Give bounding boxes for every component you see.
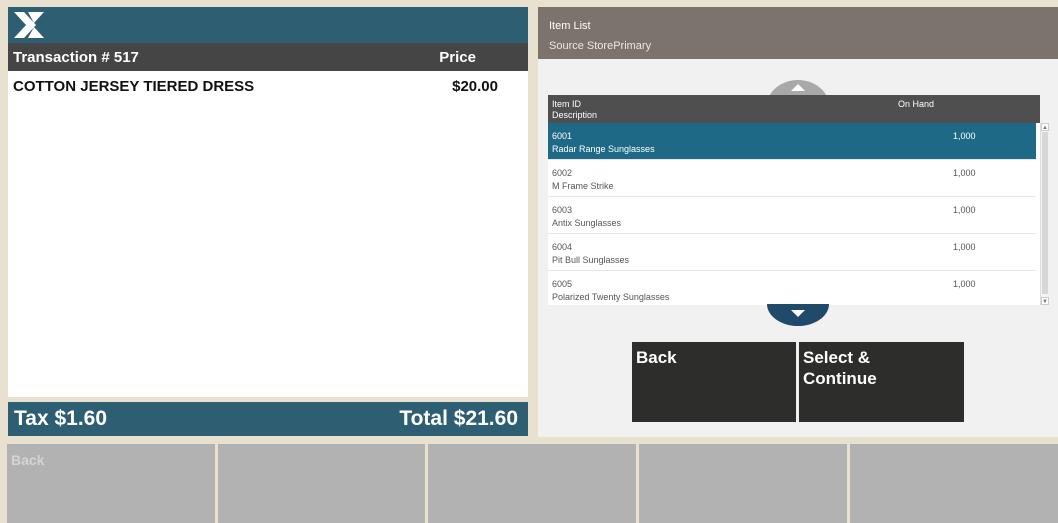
transaction-line-item[interactable]: COTTON JERSEY TIERED DRESS $20.00 bbox=[8, 75, 528, 97]
total-amount: Total $21.60 bbox=[399, 407, 518, 430]
item-id: 6005 bbox=[552, 279, 573, 289]
item-list-title: Item List bbox=[549, 20, 591, 32]
scrollbar-up-arrow-icon[interactable]: ▲ bbox=[1041, 123, 1049, 131]
item-list-table: Item ID Description On Hand 6001 Radar R… bbox=[548, 95, 1049, 305]
item-row-6005[interactable]: 6005 Polarized Twenty Sunglasses 1,000 bbox=[548, 271, 1036, 305]
select-continue-button[interactable]: Select & Continue bbox=[799, 342, 964, 422]
transaction-title: Transaction # 517 bbox=[13, 49, 139, 66]
function-key-5[interactable] bbox=[850, 444, 1058, 523]
totals-bar: Tax $1.60 Total $21.60 bbox=[8, 402, 528, 436]
line-item-price: $20.00 bbox=[452, 78, 498, 95]
item-on-hand: 1,000 bbox=[953, 131, 976, 141]
item-description: Pit Bull Sunglasses bbox=[552, 255, 630, 265]
select-continue-label: Select & Continue bbox=[803, 348, 877, 388]
scrollbar-down-arrow-icon[interactable]: ▼ bbox=[1041, 297, 1049, 305]
function-key-4[interactable] bbox=[639, 444, 847, 523]
item-on-hand: 1,000 bbox=[953, 242, 976, 252]
back-button-label: Back bbox=[636, 348, 677, 367]
item-list-panel: Item List Source StorePrimary Item ID De… bbox=[538, 7, 1058, 437]
item-on-hand: 1,000 bbox=[953, 279, 976, 289]
item-row-6003[interactable]: 6003 Antix Sunglasses 1,000 bbox=[548, 197, 1036, 234]
item-description: Radar Range Sunglasses bbox=[552, 144, 655, 154]
transaction-header: Transaction # 517 Price bbox=[8, 43, 528, 71]
item-id: 6001 bbox=[552, 131, 573, 141]
item-on-hand: 1,000 bbox=[953, 168, 976, 178]
item-row-6002[interactable]: 6002 M Frame Strike 1,000 bbox=[548, 160, 1036, 197]
item-on-hand: 1,000 bbox=[953, 205, 976, 215]
back-button[interactable]: Back bbox=[632, 342, 796, 422]
function-key-label: Back bbox=[11, 452, 45, 468]
line-item-description: COTTON JERSEY TIERED DRESS bbox=[13, 78, 255, 95]
function-key-1[interactable]: Back bbox=[7, 444, 215, 523]
header-on-hand: On Hand bbox=[898, 99, 935, 109]
item-list-header: Item List Source StorePrimary bbox=[538, 7, 1058, 59]
item-description: Polarized Twenty Sunglasses bbox=[552, 292, 670, 302]
x-logo-icon bbox=[14, 12, 44, 38]
transaction-panel: Transaction # 517 Price COTTON JERSEY TI… bbox=[8, 7, 528, 397]
item-row-6001[interactable]: 6001 Radar Range Sunglasses 1,000 bbox=[548, 123, 1036, 160]
function-key-strip: Back bbox=[7, 444, 1058, 523]
item-list-column-headers: Item ID Description On Hand bbox=[548, 95, 1040, 123]
item-description: Antix Sunglasses bbox=[552, 218, 622, 228]
list-scrollbar[interactable]: ▲ ▼ bbox=[1040, 123, 1049, 305]
item-row-6004[interactable]: 6004 Pit Bull Sunglasses 1,000 bbox=[548, 234, 1036, 271]
item-description: M Frame Strike bbox=[552, 181, 614, 191]
tax-amount: Tax $1.60 bbox=[14, 407, 108, 430]
header-item-id: Item ID bbox=[552, 99, 582, 109]
scroll-down-button[interactable] bbox=[767, 304, 829, 328]
item-id: 6002 bbox=[552, 168, 573, 178]
scrollbar-thumb[interactable] bbox=[1042, 132, 1048, 294]
function-key-2[interactable] bbox=[218, 444, 425, 523]
header-description: Description bbox=[552, 110, 598, 120]
logo-bar bbox=[8, 7, 528, 43]
item-id: 6003 bbox=[552, 205, 573, 215]
price-column-header: Price bbox=[439, 49, 476, 66]
source-store-label: Source StorePrimary bbox=[549, 40, 652, 52]
function-key-3[interactable] bbox=[428, 444, 636, 523]
item-id: 6004 bbox=[552, 242, 573, 252]
